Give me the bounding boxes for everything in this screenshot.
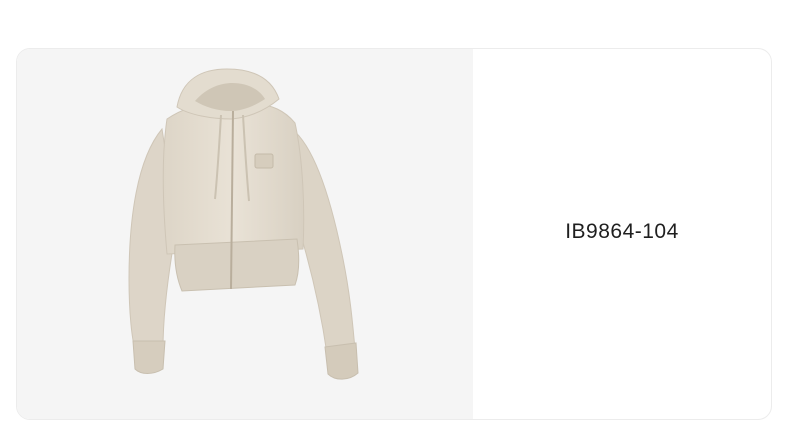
product-info: IB9864-104: [473, 49, 771, 419]
product-code: IB9864-104: [565, 219, 679, 243]
product-card[interactable]: IB9864-104: [16, 48, 772, 420]
hoodie-illustration: [128, 68, 359, 380]
product-image[interactable]: [17, 49, 473, 419]
